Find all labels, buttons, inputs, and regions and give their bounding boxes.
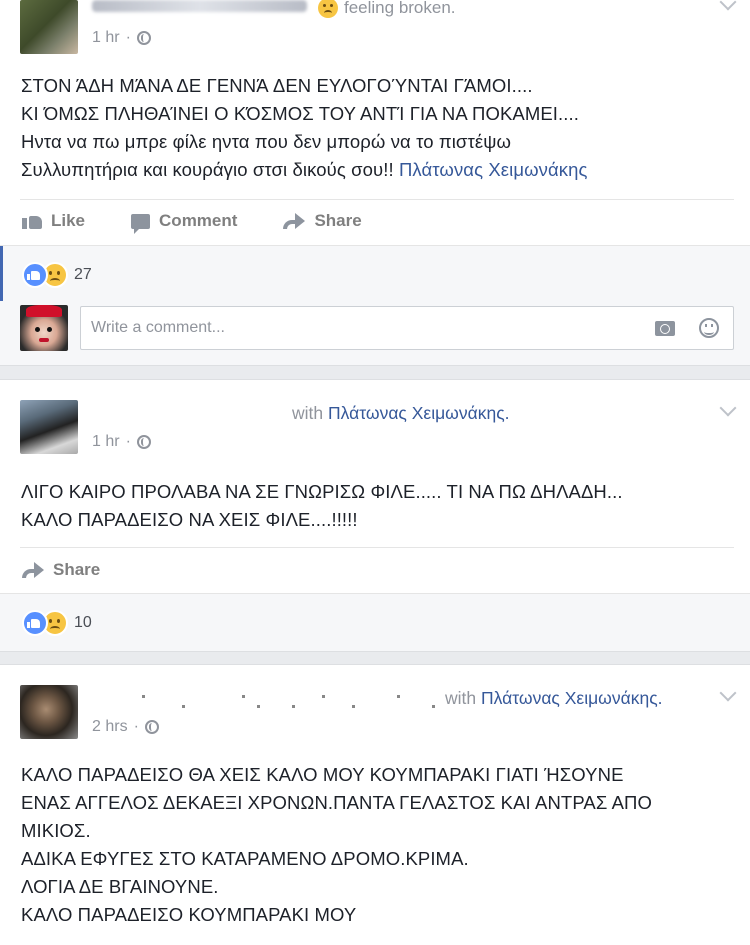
camera-icon[interactable]	[655, 321, 675, 336]
with-tag: with Πλάτωνας Χειμωνάκης.	[445, 688, 663, 709]
post-3: with Πλάτωνας Χειμωνάκης. 2 hrs · ΚΑΛΟ Π…	[0, 664, 750, 945]
separator-dot: ·	[125, 433, 131, 450]
emoji-icon[interactable]	[699, 318, 719, 338]
reaction-summary[interactable]: 10	[22, 610, 92, 636]
chevron-down-icon[interactable]	[719, 0, 737, 11]
feeling-status: feeling broken.	[318, 0, 456, 18]
comment-input[interactable]	[89, 307, 633, 349]
post-line: Ηντα να πω μπρε φίλε ηντα που δεν μπορώ …	[21, 131, 512, 152]
like-label: Like	[51, 211, 86, 230]
globe-icon	[144, 720, 159, 734]
like-icon	[22, 213, 42, 229]
reaction-count: 27	[74, 266, 92, 283]
post-line: ΜΙΚΙΟΣ.	[21, 820, 91, 841]
post-line: ΕΝΑΣ ΑΓΓΕΛΟΣ ΔΕΚΑΕΞΙ ΧΡΟΝΩΝ.ΠΑΝΤΑ ΓΕΛΑΣΤ…	[21, 792, 652, 813]
post-actions: Share	[22, 560, 100, 580]
comment-label: Comment	[159, 211, 238, 230]
with-label: with	[292, 403, 324, 423]
tagged-user-link[interactable]: Πλάτωνας Χειμωνάκης.	[328, 403, 510, 423]
focus-indicator	[0, 246, 3, 301]
post-line: ΚΑΛΟ ΠΑΡΑΔΕΙΣΟ ΚΟΥΜΠΑΡΑΚΙ ΜΟΥ	[21, 904, 357, 925]
like-reaction-icon	[22, 610, 48, 636]
share-label: Share	[53, 560, 101, 579]
separator-dot: ·	[125, 29, 131, 46]
time-text: 2 hrs	[92, 718, 128, 735]
sad-emoji-icon	[318, 0, 338, 18]
author-avatar[interactable]	[20, 685, 78, 739]
redacted-author-name	[92, 0, 307, 12]
author-avatar[interactable]	[20, 0, 78, 54]
chevron-down-icon[interactable]	[719, 684, 737, 702]
post-time[interactable]: 1 hr ·	[92, 433, 151, 451]
author-avatar[interactable]	[20, 400, 78, 454]
post-line: ΛΟΓΙΑ ΔΕ ΒΓΑΙΝΟΥΝΕ.	[21, 876, 219, 897]
post-line: ΚΑΛΟ ΠΑΡΑΔΕΙΣΟ ΘΑ ΧΕΙΣ ΚΑΛΟ ΜΟΥ ΚΟΥΜΠΑΡΑ…	[21, 764, 624, 785]
reactions-and-comments: 27	[0, 245, 750, 365]
post-line: Συλλυπητήρια και κουράγιο στσι δικούς σο…	[21, 156, 730, 184]
tagged-user-link[interactable]: Πλάτωνας Χειμωνάκης	[399, 159, 588, 180]
divider	[20, 547, 734, 548]
separator-dot: ·	[133, 718, 139, 735]
post-line: ΚΑΛΟ ΠΑΡΑΔΕΙΣΟ ΝΑ ΧΕΙΣ ΦΙΛΕ....!!!!!	[21, 509, 358, 530]
share-icon	[22, 562, 44, 578]
post-time[interactable]: 2 hrs ·	[92, 718, 159, 736]
reaction-count: 10	[74, 614, 92, 631]
post-1: feeling broken. 1 hr · ΣΤΟΝ ΆΔΗ ΜΆΝΑ ΔΕ …	[0, 0, 750, 366]
with-label: with	[445, 688, 477, 708]
post-actions: Like Comment Share	[22, 211, 362, 234]
post-body: ΛΙΓΟ ΚΑΙΡΟ ΠΡΟΛΑΒΑ ΝΑ ΣΕ ΓΝΩΡΙΣΩ ΦΙΛΕ...…	[21, 478, 730, 534]
commenter-avatar[interactable]	[20, 305, 68, 351]
time-text: 1 hr	[92, 29, 120, 46]
reaction-summary[interactable]: 27	[22, 262, 92, 288]
comment-box	[80, 306, 734, 350]
globe-icon	[136, 435, 151, 449]
time-text: 1 hr	[92, 433, 120, 450]
post-line: ΚΙ ΌΜΩΣ ΠΛΗΘΑΊΝΕΙ Ο ΚΌΣΜΟΣ ΤΟΥ ΑΝΤΊ ΓΙΑ …	[21, 103, 579, 124]
comment-icon	[131, 213, 151, 234]
with-tag: with Πλάτωνας Χειμωνάκης.	[292, 403, 510, 424]
comment-button[interactable]: Comment	[131, 211, 238, 234]
chevron-down-icon[interactable]	[719, 399, 737, 417]
post-line: ΑΔΙΚΑ ΕΦΥΓΕΣ ΣΤΟ ΚΑΤΑΡΑΜΕΝΟ ΔΡΟΜΟ.ΚΡΙΜΑ.	[21, 848, 469, 869]
redacted-author-name	[92, 695, 437, 709]
share-button[interactable]: Share	[22, 560, 100, 580]
redacted-author-name	[92, 408, 282, 418]
share-label: Share	[314, 211, 362, 230]
like-reaction-icon	[22, 262, 48, 288]
share-button[interactable]: Share	[283, 211, 362, 231]
post-body: ΣΤΟΝ ΆΔΗ ΜΆΝΑ ΔΕ ΓΕΝΝΆ ΔΕΝ ΕΥΛΟΓΟΎΝΤΑΙ Γ…	[21, 72, 730, 184]
post-line-text: Συλλυπητήρια και κουράγιο στσι δικούς σο…	[21, 159, 394, 180]
feeling-text: feeling broken.	[344, 0, 456, 17]
share-icon	[283, 213, 306, 229]
reactions-bar: 10	[0, 593, 750, 651]
like-button[interactable]: Like	[22, 211, 85, 231]
divider	[20, 199, 734, 200]
tagged-user-link[interactable]: Πλάτωνας Χειμωνάκης.	[481, 688, 663, 708]
post-2: with Πλάτωνας Χειμωνάκης. 1 hr · ΛΙΓΟ ΚΑ…	[0, 379, 750, 652]
globe-icon	[136, 31, 151, 45]
post-time[interactable]: 1 hr ·	[92, 29, 151, 47]
post-line: ΛΙΓΟ ΚΑΙΡΟ ΠΡΟΛΑΒΑ ΝΑ ΣΕ ΓΝΩΡΙΣΩ ΦΙΛΕ...…	[21, 481, 623, 502]
post-body: ΚΑΛΟ ΠΑΡΑΔΕΙΣΟ ΘΑ ΧΕΙΣ ΚΑΛΟ ΜΟΥ ΚΟΥΜΠΑΡΑ…	[21, 761, 730, 929]
post-line: ΣΤΟΝ ΆΔΗ ΜΆΝΑ ΔΕ ΓΕΝΝΆ ΔΕΝ ΕΥΛΟΓΟΎΝΤΑΙ Γ…	[21, 75, 533, 96]
